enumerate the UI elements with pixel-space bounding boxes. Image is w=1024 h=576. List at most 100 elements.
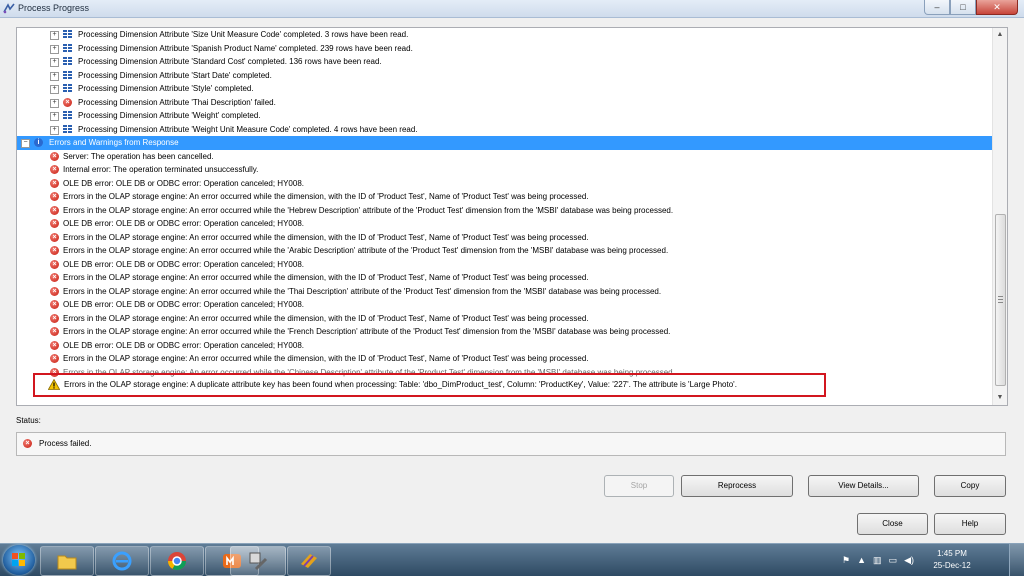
log-row[interactable]: + Processing Dimension Attribute 'Style' … <box>17 82 992 96</box>
error-icon: × <box>50 327 59 336</box>
error-icon: × <box>50 273 59 282</box>
error-icon: × <box>50 165 59 174</box>
log-row[interactable]: + Processing Dimension Attribute 'Weight'… <box>17 109 992 123</box>
collapse-icon[interactable]: − <box>21 139 30 148</box>
close-button[interactable]: Close <box>857 513 928 535</box>
red-highlight-box <box>33 373 826 397</box>
log-row[interactable]: × Errors in the OLAP storage engine: An e… <box>17 244 992 258</box>
scroll-thumb[interactable] <box>995 214 1006 386</box>
log-row[interactable]: + × Processing Dimension Attribute 'Thai D… <box>17 96 992 110</box>
log-row-text: Errors in the OLAP storage engine: An er… <box>63 286 662 296</box>
info-icon: i <box>34 138 43 147</box>
log-row[interactable]: × Errors in the OLAP storage engine: An e… <box>17 231 992 245</box>
view-details-button[interactable]: View Details... <box>808 475 919 497</box>
expand-icon[interactable]: + <box>50 31 59 40</box>
log-group-header[interactable]: − i Errors and Warnings from Response <box>17 136 992 150</box>
log-row[interactable]: × Errors in the OLAP storage engine: An e… <box>17 312 992 326</box>
expand-icon[interactable]: + <box>50 58 59 67</box>
log-row-text: OLE DB error: OLE DB or ODBC error: Oper… <box>63 340 304 350</box>
scroll-up-arrow-icon[interactable]: ▲ <box>993 28 1007 42</box>
clock[interactable]: 1:45 PM 25-Dec-12 <box>922 548 982 572</box>
log-row[interactable]: × OLE DB error: OLE DB or ODBC error: Ope… <box>17 217 992 231</box>
expand-icon[interactable]: + <box>50 125 59 135</box>
log-row[interactable]: × OLE DB error: OLE DB or ODBC error: Ope… <box>17 298 992 312</box>
show-hidden-icons-icon[interactable]: ▲ <box>857 555 866 565</box>
log-row[interactable]: + Processing Dimension Attribute 'Standar… <box>17 55 992 69</box>
log-row[interactable]: × Errors in the OLAP storage engine: An e… <box>17 190 992 204</box>
status-text: Process failed. <box>39 439 92 448</box>
log-row[interactable]: + Processing Dimension Attribute 'Size Un… <box>17 28 992 42</box>
internet-explorer-icon <box>112 551 132 571</box>
error-icon: × <box>50 286 59 296</box>
log-row[interactable]: × OLE DB error: OLE DB or ODBC error: Ope… <box>17 258 992 272</box>
expand-icon[interactable]: + <box>50 44 59 54</box>
expand-icon[interactable]: + <box>50 85 59 94</box>
log-row[interactable]: × Errors in the OLAP storage engine: An e… <box>17 204 992 218</box>
log-row-text: Errors in the OLAP storage engine: An er… <box>63 246 669 255</box>
taskbar-sql-tools[interactable] <box>230 546 286 576</box>
reprocess-button[interactable]: Reprocess <box>681 475 793 497</box>
minimize-button[interactable]: – <box>924 0 950 15</box>
error-icon: × <box>50 151 59 161</box>
log-row-text: OLE DB error: OLE DB or ODBC error: Oper… <box>63 178 304 188</box>
close-window-button[interactable]: ✕ <box>976 0 1018 15</box>
log-rows: + Processing Dimension Attribute 'Size Un… <box>17 28 992 379</box>
system-tray: ⚑ ▲ ▥ ▭ ◀) <box>842 546 914 574</box>
taskbar-explorer[interactable] <box>40 546 94 576</box>
log-row[interactable]: + Processing Dimension Attribute 'Weight … <box>17 123 992 137</box>
log-row-text: OLE DB error: OLE DB or ODBC error: Oper… <box>63 219 304 228</box>
error-icon: × <box>50 192 59 201</box>
log-row[interactable]: × OLE DB error: OLE DB or ODBC error: Ope… <box>17 339 992 353</box>
expand-icon[interactable]: + <box>50 112 59 121</box>
log-row[interactable]: × Internal error: The operation terminate… <box>17 163 992 177</box>
log-row[interactable]: × Errors in the OLAP storage engine: An e… <box>17 325 992 339</box>
process-log-tree[interactable]: + Processing Dimension Attribute 'Size Un… <box>16 27 1008 406</box>
maximize-button[interactable]: □ <box>950 0 976 15</box>
log-row-text: Errors in the OLAP storage engine: An er… <box>63 327 671 336</box>
error-icon: × <box>63 97 72 107</box>
log-row-text: Errors in the OLAP storage engine: An er… <box>63 354 589 363</box>
window-title: Process Progress <box>18 3 90 13</box>
log-row[interactable]: + Processing Dimension Attribute 'Spanish… <box>17 42 992 56</box>
log-row[interactable]: × OLE DB error: OLE DB or ODBC error: Ope… <box>17 177 992 191</box>
vertical-scrollbar[interactable]: ▲ ▼ <box>992 28 1007 405</box>
network-icon[interactable]: ▥ <box>873 555 882 566</box>
error-icon: × <box>50 219 59 228</box>
log-row-text: Processing Dimension Attribute 'Weight' … <box>78 111 261 120</box>
log-row[interactable]: + Processing Dimension Attribute 'Start D… <box>17 69 992 83</box>
expand-icon[interactable]: + <box>50 71 59 81</box>
log-row-text: Processing Dimension Attribute 'Size Uni… <box>78 30 409 39</box>
battery-icon[interactable]: ▭ <box>889 555 898 566</box>
volume-icon[interactable]: ◀) <box>904 555 914 566</box>
start-button[interactable] <box>3 545 35 575</box>
dimension-attribute-icon <box>63 84 72 93</box>
log-row-text: Internal error: The operation terminated… <box>63 165 259 174</box>
dimension-attribute-icon <box>63 43 72 53</box>
log-row[interactable]: × Errors in the OLAP storage engine: An e… <box>17 285 992 299</box>
taskbar-internet-explorer[interactable] <box>95 546 149 576</box>
flag-icon[interactable]: ⚑ <box>842 555 850 566</box>
taskbar-chrome[interactable] <box>150 546 204 576</box>
copy-button[interactable]: Copy <box>934 475 1006 497</box>
expand-icon[interactable]: + <box>50 98 59 108</box>
stop-button[interactable]: Stop <box>604 475 674 497</box>
show-desktop-button[interactable] <box>1009 544 1024 576</box>
scroll-down-arrow-icon[interactable]: ▼ <box>993 391 1007 405</box>
log-row[interactable]: × Errors in the OLAP storage engine: An e… <box>17 271 992 285</box>
log-row-text: Processing Dimension Attribute 'Style' c… <box>78 84 254 93</box>
error-icon: × <box>50 313 59 323</box>
log-row[interactable]: × Errors in the OLAP storage engine: An e… <box>17 352 992 366</box>
log-row-text: Errors in the OLAP storage engine: An er… <box>63 232 589 242</box>
dimension-attribute-icon <box>63 70 72 80</box>
chrome-icon <box>168 552 186 571</box>
help-button[interactable]: Help <box>934 513 1006 535</box>
taskbar-visual-studio[interactable] <box>287 546 331 576</box>
log-row-text: Errors in the OLAP storage engine: An er… <box>63 205 674 215</box>
error-icon: × <box>50 178 59 188</box>
log-row-text: Processing Dimension Attribute 'Spanish … <box>78 43 413 53</box>
visual-studio-icon <box>301 554 317 568</box>
log-row[interactable]: × Server: The operation has been cancelle… <box>17 150 992 164</box>
tools-icon <box>249 552 268 571</box>
error-icon: × <box>50 354 59 363</box>
log-row-text: Processing Dimension Attribute 'Start Da… <box>78 70 272 80</box>
